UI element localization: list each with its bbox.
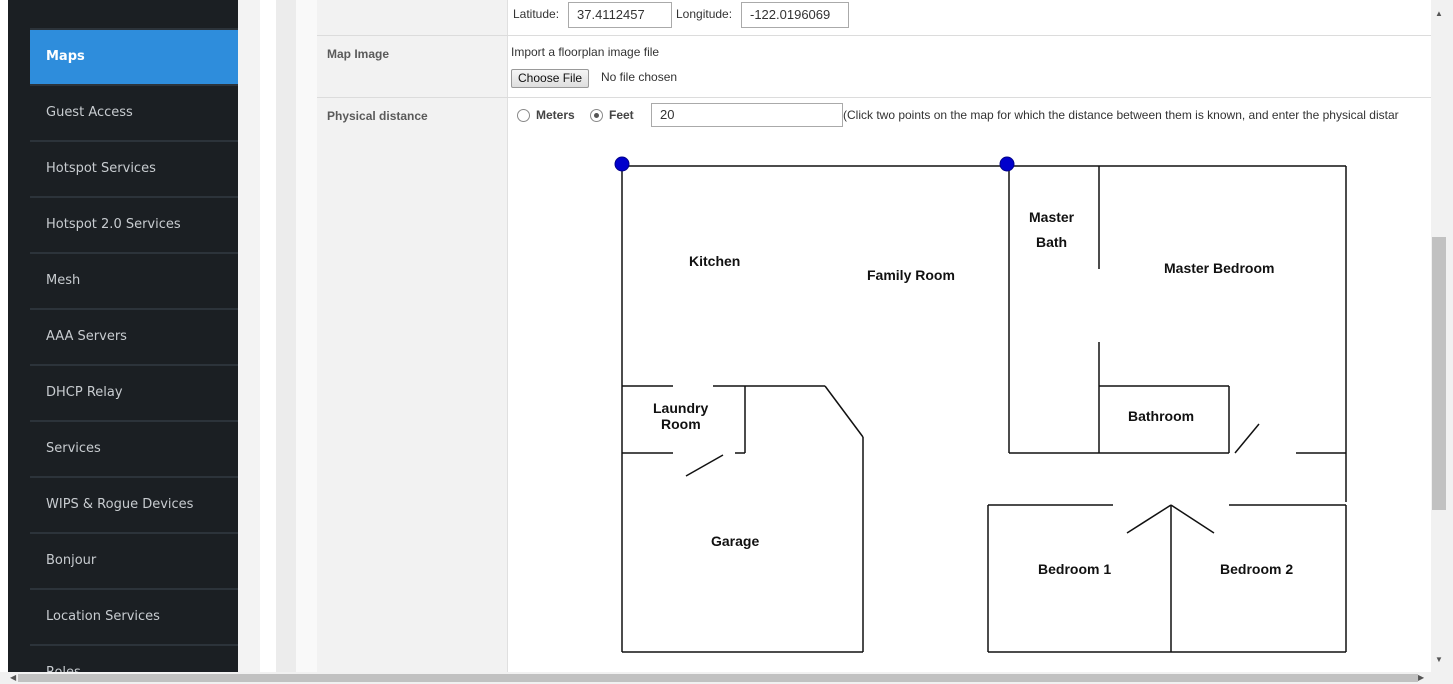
longitude-label: Longitude:: [676, 7, 733, 21]
page-gutter: [276, 0, 296, 672]
room-bedroom-2: Bedroom 2: [1220, 561, 1293, 577]
page-gutter: [238, 0, 260, 672]
scroll-down-arrow-icon[interactable]: ▼: [1435, 656, 1443, 664]
sidebar-rail: [8, 0, 30, 672]
feet-radio[interactable]: [590, 109, 603, 122]
meters-radio[interactable]: [517, 109, 530, 122]
room-master-bath: Master: [1029, 209, 1075, 225]
file-status: No file chosen: [601, 70, 678, 84]
meters-label: Meters: [536, 108, 575, 122]
feet-label: Feet: [609, 108, 634, 122]
map-image-hint: Import a floorplan image file: [511, 45, 660, 59]
sidebar-item-bonjour[interactable]: Bonjour: [30, 534, 238, 590]
distance-instructions: (Click two points on the map for which t…: [843, 108, 1399, 122]
sidebar-item-previous[interactable]: [30, 0, 238, 30]
sidebar-item-dhcp-relay[interactable]: DHCP Relay: [30, 366, 238, 422]
room-bedroom-1: Bedroom 1: [1038, 561, 1111, 577]
room-garage: Garage: [711, 533, 759, 549]
physical-distance-label: Physical distance: [327, 109, 428, 123]
room-master-bedroom: Master Bedroom: [1164, 260, 1274, 276]
room-master-bath: Bath: [1036, 234, 1067, 250]
sidebar-item-hotspot-services[interactable]: Hotspot Services: [30, 142, 238, 198]
scroll-up-arrow-icon[interactable]: ▲: [1435, 10, 1443, 18]
map-settings-form: Latitude: 37.4112457 Longitude: -122.019…: [317, 0, 1431, 672]
row-divider: [317, 35, 1431, 36]
longitude-input[interactable]: -122.0196069: [741, 2, 849, 28]
room-laundry: Room: [661, 416, 701, 432]
page-gutter: [260, 0, 276, 672]
horizontal-scrollbar-thumb[interactable]: [18, 674, 1418, 682]
room-family-room: Family Room: [867, 267, 955, 283]
sidebar-item-aaa-servers[interactable]: AAA Servers: [30, 310, 238, 366]
sidebar-item-maps[interactable]: Maps: [30, 30, 238, 86]
sidebar-item-hotspot-2-services[interactable]: Hotspot 2.0 Services: [30, 198, 238, 254]
sidebar-item-services[interactable]: Services: [30, 422, 238, 478]
choose-file-button[interactable]: Choose File: [511, 69, 590, 88]
floorplan-drawing[interactable]: Kitchen Family Room Master Bath Master B…: [603, 144, 1369, 672]
sidebar-item-mesh[interactable]: Mesh: [30, 254, 238, 310]
room-laundry: Laundry: [653, 400, 708, 416]
latitude-input[interactable]: 37.4112457: [568, 2, 672, 28]
floorplan-walls: [621, 165, 1347, 653]
scroll-right-arrow-icon[interactable]: ▶: [1418, 674, 1424, 682]
scroll-left-arrow-icon[interactable]: ◀: [10, 674, 16, 682]
label-column: [317, 0, 508, 672]
sidebar-item-guest-access[interactable]: Guest Access: [30, 86, 238, 142]
window-edge: [0, 0, 8, 672]
distance-point-marker[interactable]: [614, 156, 630, 172]
vertical-scrollbar-thumb[interactable]: [1432, 237, 1446, 510]
distance-input[interactable]: 20: [651, 103, 843, 127]
row-divider: [317, 97, 1431, 98]
sidebar-item-wips-rogue-devices[interactable]: WIPS & Rogue Devices: [30, 478, 238, 534]
sidebar: Maps Guest Access Hotspot Services Hotsp…: [30, 0, 238, 672]
room-bathroom: Bathroom: [1128, 408, 1194, 424]
page-gutter: [296, 0, 317, 672]
room-kitchen: Kitchen: [689, 253, 740, 269]
latitude-label: Latitude:: [513, 7, 560, 21]
sidebar-item-location-services[interactable]: Location Services: [30, 590, 238, 646]
sidebar-item-roles[interactable]: Roles: [30, 646, 238, 672]
floorplan-map[interactable]: Kitchen Family Room Master Bath Master B…: [603, 144, 1369, 672]
map-image-label: Map Image: [327, 47, 390, 61]
distance-point-marker[interactable]: [999, 156, 1015, 172]
